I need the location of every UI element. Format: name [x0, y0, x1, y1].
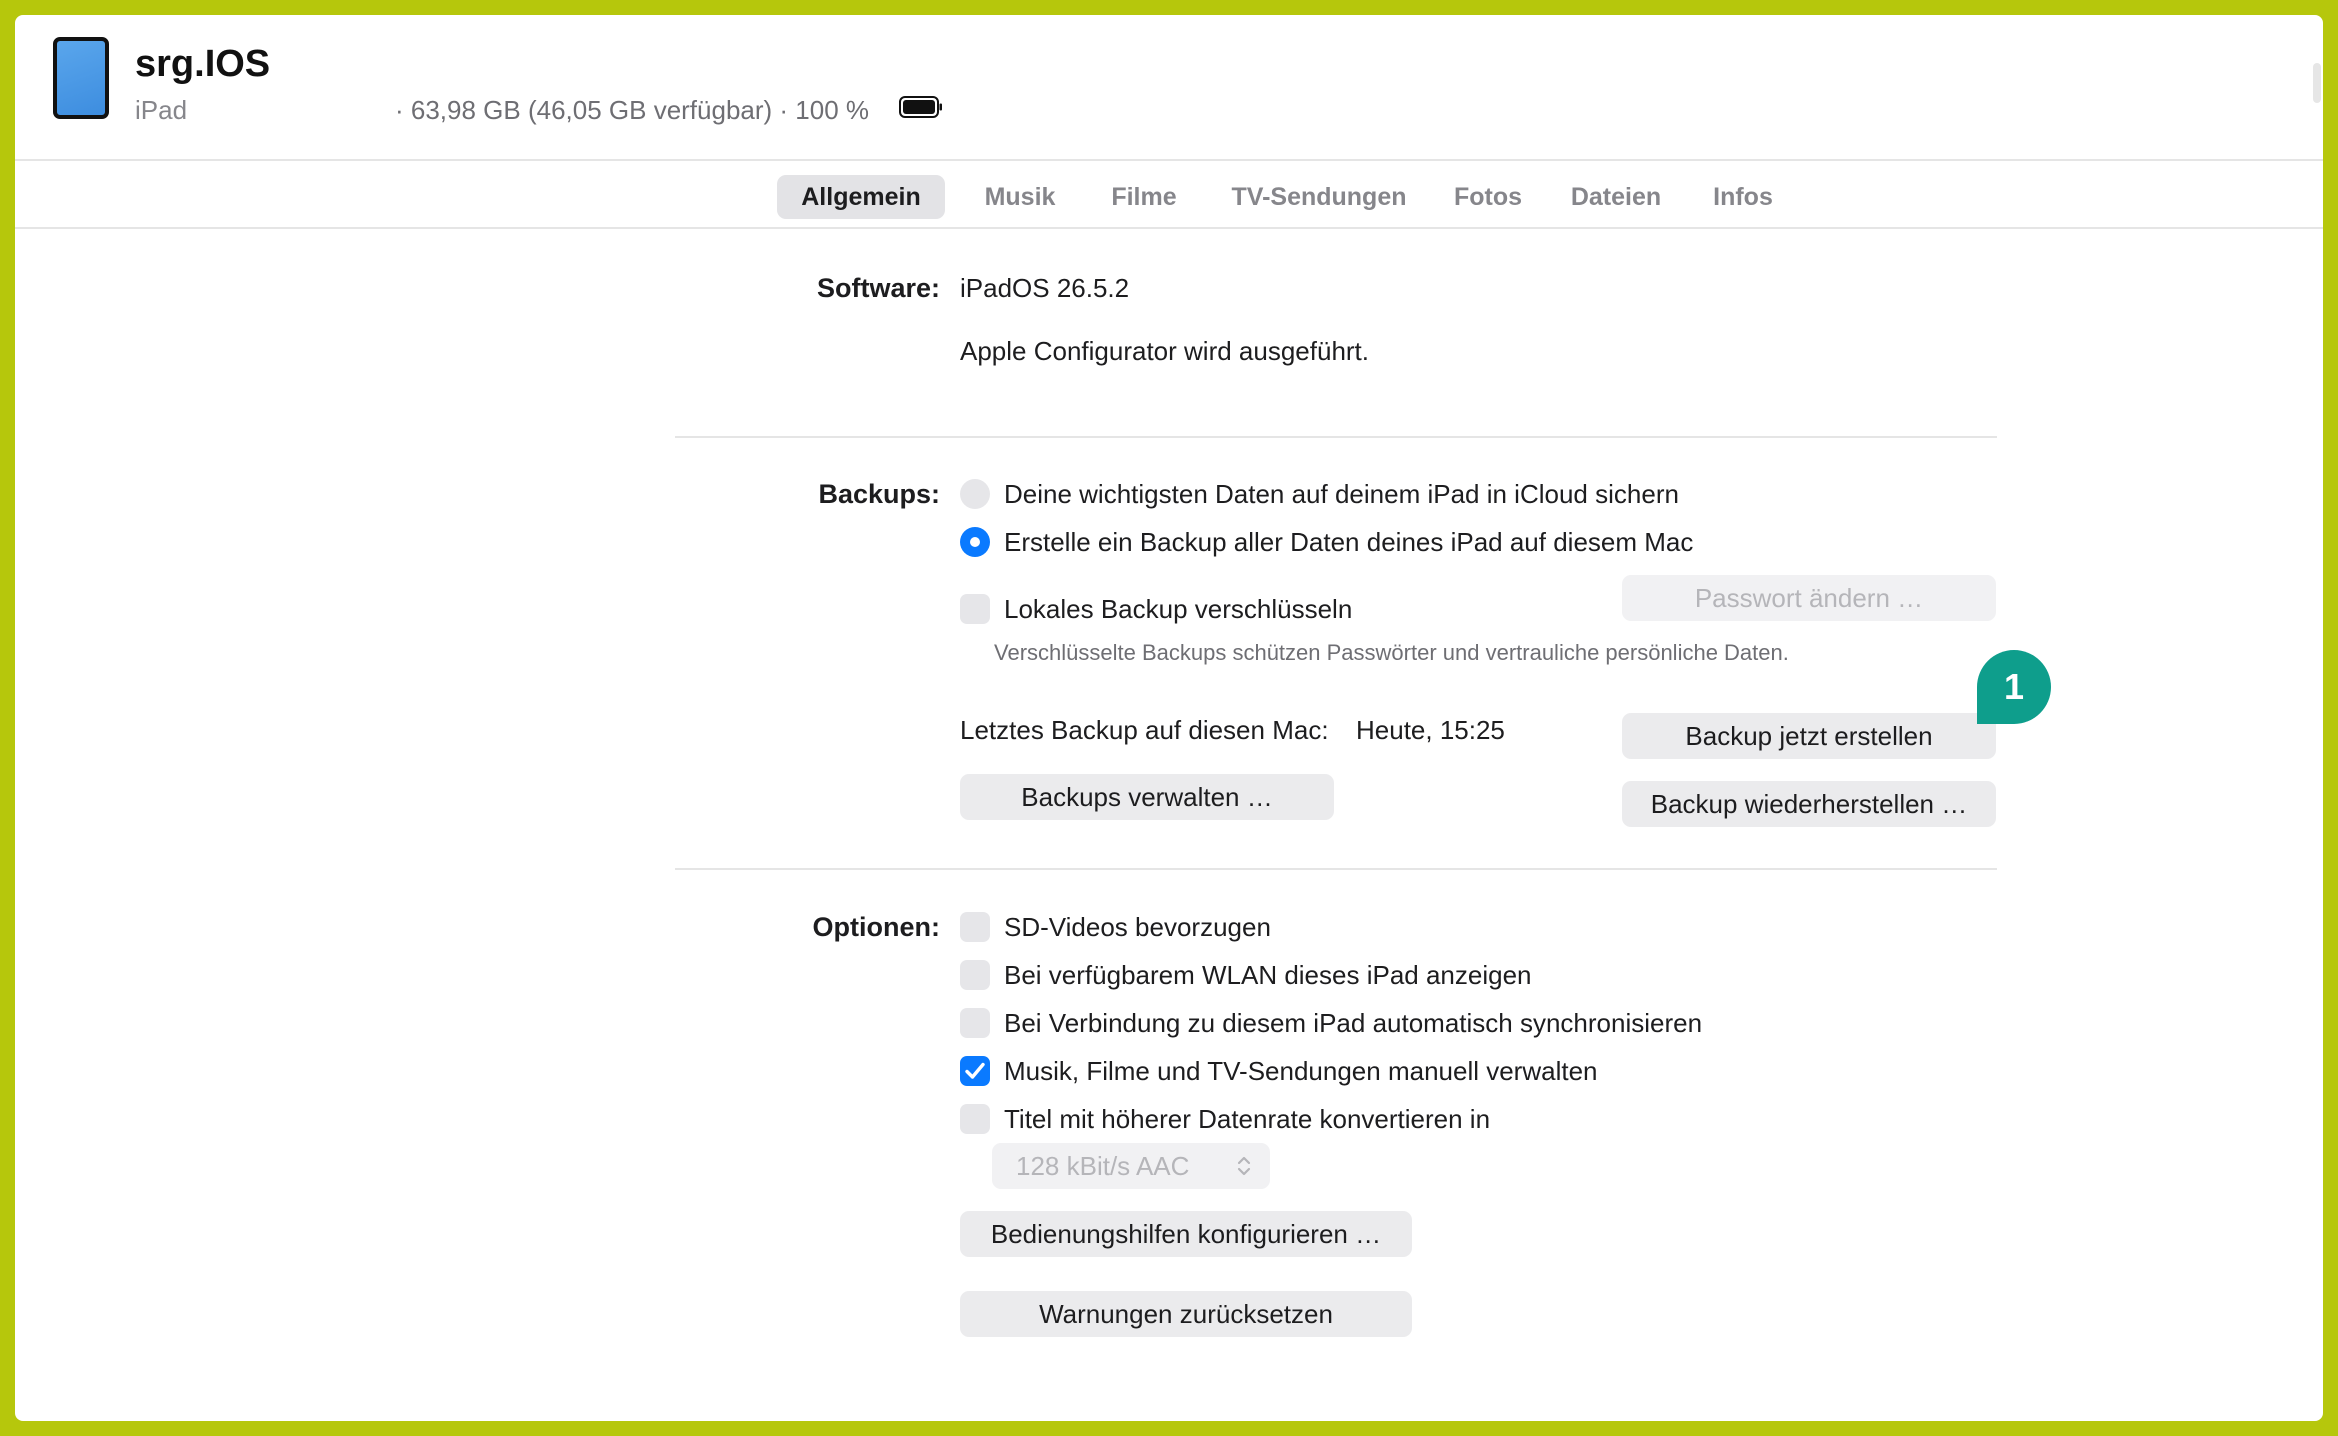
backups-label: Backups:	[818, 479, 940, 509]
tab-allgemein[interactable]: Allgemein	[777, 175, 945, 219]
section-divider	[675, 436, 1997, 438]
restore-backup-button[interactable]: Backup wiederherstellen …	[1622, 781, 1996, 827]
auto-sync-label[interactable]: Bei Verbindung zu diesem iPad automatisc…	[1004, 1008, 1702, 1039]
change-password-button[interactable]: Passwort ändern …	[1622, 575, 1996, 621]
tab-bar: Allgemein Musik Filme TV-Sendungen Fotos…	[15, 159, 2323, 229]
backup-now-button[interactable]: Backup jetzt erstellen	[1622, 713, 1996, 759]
bitrate-select[interactable]: 128 kBit/s AAC	[992, 1143, 1270, 1189]
ipad-icon	[53, 37, 109, 119]
backup-icloud-label[interactable]: Deine wichtigsten Daten auf deinem iPad …	[1004, 479, 1679, 510]
manage-backups-button[interactable]: Backups verwalten …	[960, 774, 1334, 820]
accessibility-config-button[interactable]: Bedienungshilfen konfigurieren …	[960, 1211, 1412, 1257]
options-label: Optionen:	[812, 912, 940, 942]
manual-manage-checkbox[interactable]	[960, 1056, 990, 1086]
tab-filme[interactable]: Filme	[1095, 175, 1193, 219]
device-storage-info: · 63,98 GB (46,05 GB verfügbar) · 100 %	[395, 95, 870, 125]
software-label: Software:	[816, 273, 940, 303]
last-backup-label: Letztes Backup auf diesen Mac:	[960, 715, 1329, 745]
tab-musik[interactable]: Musik	[969, 175, 1071, 219]
tab-infos[interactable]: Infos	[1701, 175, 1785, 219]
wlan-show-checkbox[interactable]	[960, 960, 990, 990]
last-backup-value: Heute, 15:25	[1356, 715, 1505, 745]
tab-fotos[interactable]: Fotos	[1445, 175, 1531, 219]
manual-manage-label[interactable]: Musik, Filme und TV-Sendungen manuell ve…	[1004, 1056, 1598, 1087]
software-version: iPadOS 26.5.2	[960, 273, 1130, 303]
backup-mac-radio[interactable]	[960, 527, 990, 557]
convert-bitrate-label[interactable]: Titel mit höherer Datenrate konvertieren…	[1004, 1104, 1490, 1135]
checkmark-icon	[965, 1062, 985, 1079]
battery-icon	[899, 96, 942, 118]
sd-videos-label[interactable]: SD-Videos bevorzugen	[1004, 912, 1271, 943]
section-divider	[675, 868, 1997, 870]
chevron-updown-icon	[1237, 1156, 1251, 1176]
device-model: iPad	[135, 95, 188, 125]
device-name[interactable]: srg.IOS	[135, 43, 270, 86]
wlan-show-label[interactable]: Bei verfügbarem WLAN dieses iPad anzeige…	[1004, 960, 1532, 991]
encrypt-note: Verschlüsselte Backups schützen Passwört…	[994, 640, 1789, 665]
encrypt-backup-label[interactable]: Lokales Backup verschlüsseln	[1004, 594, 1352, 625]
tab-tv-sendungen[interactable]: TV-Sendungen	[1217, 175, 1421, 219]
scrollbar[interactable]	[2313, 63, 2321, 103]
bitrate-select-value: 128 kBit/s AAC	[1016, 1151, 1190, 1181]
encrypt-backup-checkbox[interactable]	[960, 594, 990, 624]
auto-sync-checkbox[interactable]	[960, 1008, 990, 1038]
callout-number: 1	[2003, 666, 2025, 707]
reset-warnings-button[interactable]: Warnungen zurücksetzen	[960, 1291, 1412, 1337]
device-header: srg.IOS iPad · 63,98 GB (46,05 GB verfüg…	[15, 15, 2323, 159]
backup-mac-label[interactable]: Erstelle ein Backup aller Daten deines i…	[1004, 527, 1693, 558]
backup-icloud-radio[interactable]	[960, 479, 990, 509]
tab-dateien[interactable]: Dateien	[1555, 175, 1677, 219]
software-status: Apple Configurator wird ausgeführt.	[960, 336, 1370, 366]
convert-bitrate-checkbox[interactable]	[960, 1104, 990, 1134]
sd-videos-checkbox[interactable]	[960, 912, 990, 942]
